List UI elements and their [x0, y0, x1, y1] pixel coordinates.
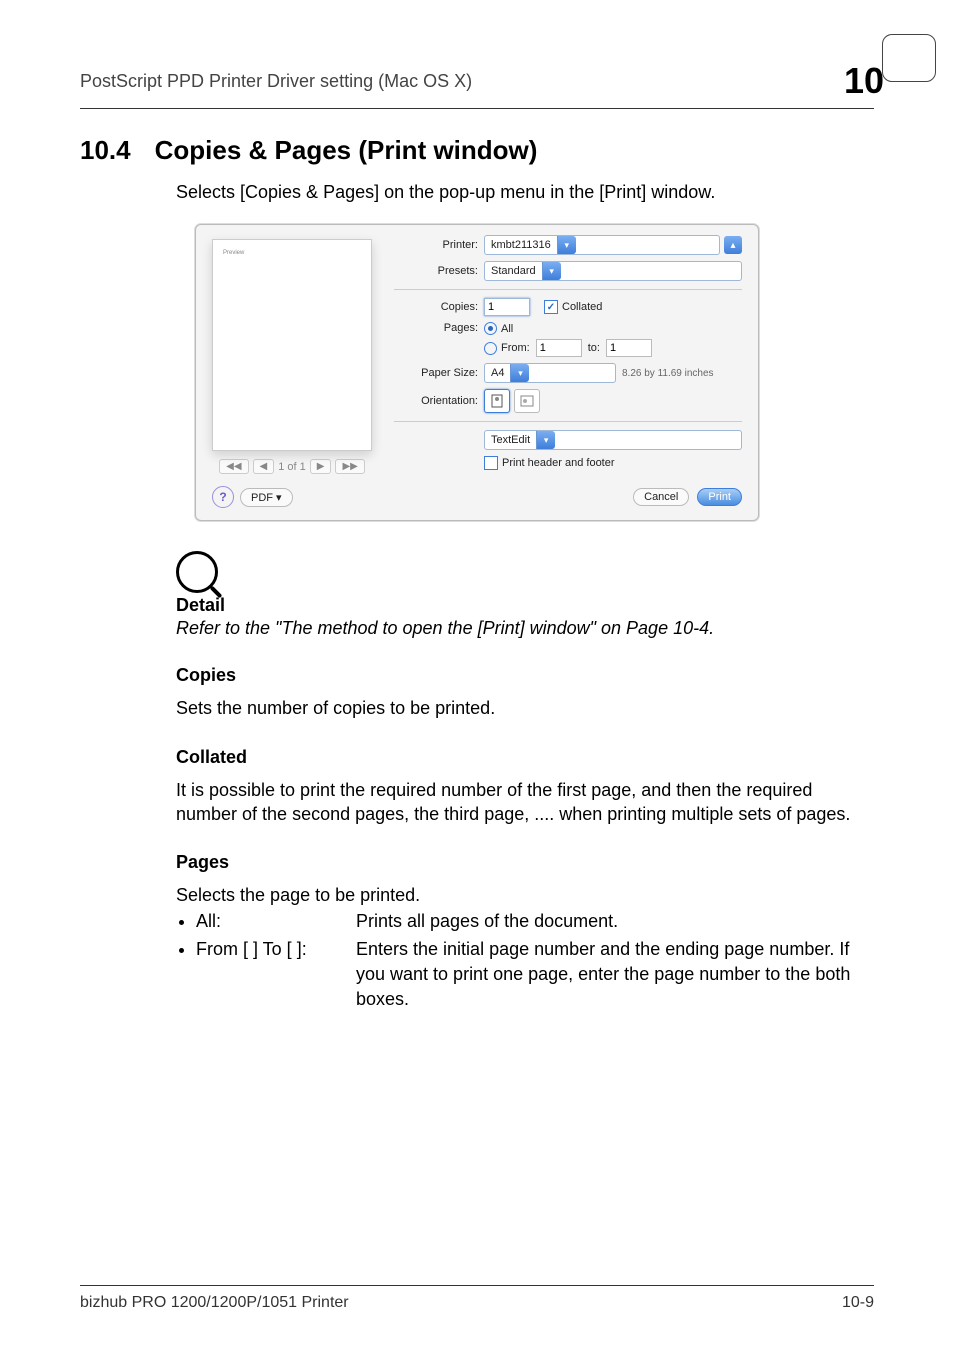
pages-all-radio[interactable] — [484, 322, 497, 335]
presets-label: Presets: — [394, 265, 484, 277]
section-title: Copies & Pages (Print window) — [155, 135, 538, 166]
copies-input[interactable] — [484, 298, 530, 316]
running-header: PostScript PPD Printer Driver setting (M… — [80, 71, 844, 92]
nav-prev-button[interactable]: ◀ — [253, 459, 275, 474]
pages-from-radio[interactable] — [484, 342, 497, 355]
nav-page-indicator: 1 of 1 — [278, 461, 306, 473]
copies-heading: Copies — [176, 665, 874, 686]
chapter-number: 10 — [844, 60, 884, 102]
cancel-button[interactable]: Cancel — [633, 488, 689, 506]
list-item: All: Prints all pages of the document. — [196, 909, 874, 934]
pages-lead: Selects the page to be printed. — [176, 883, 874, 907]
pages-from-label: From: — [501, 342, 530, 354]
magnifier-icon — [176, 551, 218, 593]
print-dialog-figure: Preview ◀◀ ◀ 1 of 1 ▶ ▶▶ Printer: kmbt21… — [80, 224, 874, 521]
section-number: 10.4 — [80, 135, 131, 166]
pages-heading: Pages — [176, 852, 874, 873]
footer-page-number: 10-9 — [842, 1294, 874, 1312]
presets-select[interactable]: Standard▾ — [484, 261, 742, 281]
help-icon[interactable]: ? — [212, 486, 234, 508]
print-header-footer-label: Print header and footer — [502, 457, 615, 469]
footer-left: bizhub PRO 1200/1200P/1051 Printer — [80, 1294, 349, 1312]
pdf-menu-button[interactable]: PDF ▾ — [240, 488, 293, 507]
nav-first-button[interactable]: ◀◀ — [219, 459, 248, 474]
pages-from-input[interactable] — [536, 339, 582, 357]
paper-size-select[interactable]: A4▾ — [484, 363, 616, 383]
pages-all-label: All — [501, 323, 513, 335]
print-header-footer-checkbox[interactable]: ✓ — [484, 456, 498, 470]
options-panel-select[interactable]: TextEdit▾ — [484, 430, 742, 450]
section-lead: Selects [Copies & Pages] on the pop-up m… — [80, 180, 874, 204]
print-button[interactable]: Print — [697, 488, 742, 506]
printer-select[interactable]: kmbt211316▾ — [484, 235, 720, 255]
pages-to-label: to: — [588, 342, 600, 354]
printer-label: Printer: — [394, 239, 484, 251]
detail-text: Refer to the "The method to open the [Pr… — [176, 618, 874, 639]
page-preview: Preview — [212, 239, 372, 451]
collated-heading: Collated — [176, 747, 874, 768]
printer-status-button[interactable]: ▴ — [724, 236, 742, 254]
paper-size-note: 8.26 by 11.69 inches — [622, 368, 714, 379]
pages-to-input[interactable] — [606, 339, 652, 357]
nav-next-button[interactable]: ▶ — [310, 459, 332, 474]
chapter-tab — [882, 34, 936, 82]
list-item: From [ ] To [ ]: Enters the initial page… — [196, 937, 874, 1013]
orientation-label: Orientation: — [394, 395, 484, 407]
nav-last-button[interactable]: ▶▶ — [335, 459, 364, 474]
collated-checkbox[interactable]: ✓ — [544, 300, 558, 314]
detail-heading: Detail — [176, 595, 874, 616]
orientation-portrait-button[interactable] — [484, 389, 510, 413]
copies-label: Copies: — [394, 301, 484, 313]
paper-size-label: Paper Size: — [394, 367, 484, 379]
pages-label: Pages: — [394, 322, 484, 334]
orientation-landscape-button[interactable] — [514, 389, 540, 413]
collated-body: It is possible to print the required num… — [176, 778, 874, 827]
copies-body: Sets the number of copies to be printed. — [176, 696, 874, 720]
collated-label: Collated — [562, 301, 602, 313]
